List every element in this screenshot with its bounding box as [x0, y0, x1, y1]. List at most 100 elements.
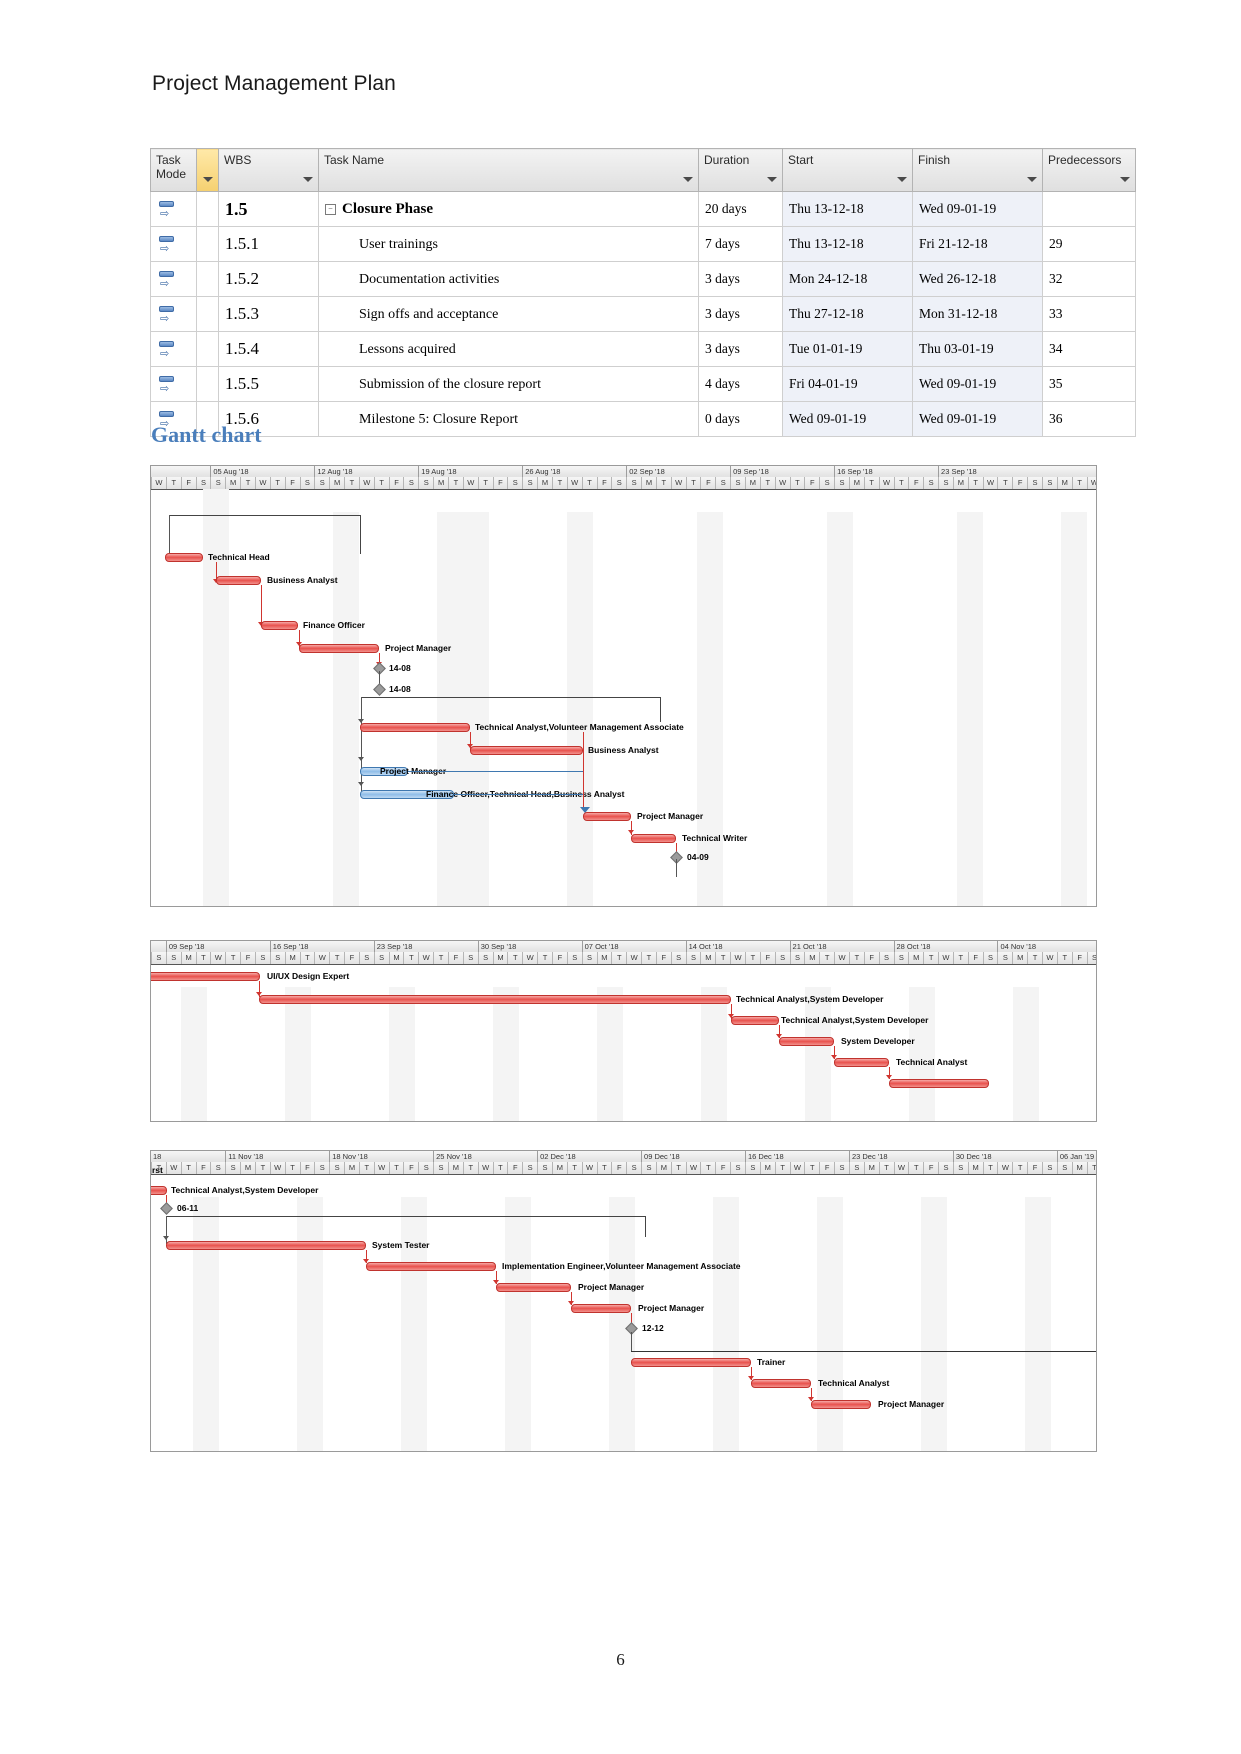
gantt-bar[interactable] — [151, 972, 260, 981]
gantt-bar[interactable] — [731, 1016, 779, 1025]
duration-cell[interactable]: 3 days — [698, 261, 783, 297]
table-row[interactable]: ⇨ 1.5.6 Milestone 5: Closure Report 0 days W… — [150, 401, 1136, 437]
start-cell[interactable]: Mon 24-12-18 — [782, 261, 913, 297]
start-cell[interactable]: Thu 27-12-18 — [782, 296, 913, 332]
task-mode-cell[interactable]: ⇨ — [150, 366, 197, 402]
chevron-down-icon[interactable] — [767, 177, 777, 182]
duration-cell[interactable]: 7 days — [698, 226, 783, 262]
gantt-bar[interactable] — [811, 1400, 871, 1409]
wbs-cell[interactable]: 1.5.3 — [218, 296, 319, 332]
collapse-expander-icon[interactable]: − — [325, 203, 336, 215]
chevron-down-icon[interactable] — [1027, 177, 1037, 182]
gantt-bar[interactable] — [259, 995, 731, 1004]
task-mode-cell[interactable]: ⇨ — [150, 296, 197, 332]
timeline-day: T — [1012, 1162, 1027, 1174]
table-row[interactable]: ⇨ 1.5.1 User trainings 7 days Thu 13-12-18 Fr… — [150, 226, 1136, 262]
gantt-bar[interactable] — [571, 1304, 631, 1313]
predecessors-cell[interactable]: 33 — [1042, 296, 1136, 332]
task-mode-cell[interactable]: ⇨ — [150, 226, 197, 262]
gantt-bar[interactable] — [470, 746, 583, 755]
predecessors-cell[interactable]: 36 — [1042, 401, 1136, 437]
gantt-bar[interactable] — [261, 621, 298, 630]
gantt-bar[interactable] — [631, 1358, 751, 1367]
task-mode-cell[interactable]: ⇨ — [150, 261, 197, 297]
timeline-day: M — [344, 1162, 359, 1174]
column-header-task-name[interactable]: Task Name — [318, 148, 699, 192]
start-cell[interactable]: Thu 13-12-18 — [782, 226, 913, 262]
duration-cell[interactable]: 20 days — [698, 191, 783, 227]
gantt-bar[interactable] — [165, 553, 203, 562]
milestone-marker[interactable] — [160, 1202, 173, 1215]
timeline-day: T — [284, 1162, 300, 1174]
finish-value: Fri 21-12-18 — [919, 236, 988, 251]
gantt-bar[interactable] — [366, 1262, 496, 1271]
gantt-bar[interactable] — [216, 576, 261, 585]
start-cell[interactable]: Wed 09-01-19 — [782, 401, 913, 437]
timeline-day: T — [373, 477, 389, 489]
task-name-cell[interactable]: Milestone 5: Closure Report — [318, 401, 699, 437]
task-name-cell[interactable]: Sign offs and acceptance — [318, 296, 699, 332]
gantt-bar[interactable] — [360, 723, 470, 732]
wbs-cell[interactable]: 1.5.1 — [218, 226, 319, 262]
column-header-start[interactable]: Start — [782, 148, 913, 192]
gantt-bar[interactable] — [166, 1241, 366, 1250]
chevron-down-icon[interactable] — [1120, 177, 1130, 182]
table-row[interactable]: ⇨ 1.5 − Closure Phase 20 days Thu 13-12-18 Wed… — [150, 191, 1136, 227]
task-name-cell[interactable]: − Closure Phase — [318, 191, 699, 227]
chevron-down-icon[interactable] — [303, 177, 313, 182]
table-row[interactable]: ⇨ 1.5.2 Documentation activities 3 days Mon … — [150, 261, 1136, 297]
task-mode-filter-button[interactable] — [196, 148, 219, 192]
gantt-bar[interactable] — [751, 1379, 811, 1388]
gantt-bar[interactable] — [834, 1058, 889, 1067]
duration-cell[interactable]: 3 days — [698, 296, 783, 332]
predecessors-cell[interactable]: 32 — [1042, 261, 1136, 297]
column-header-task-mode[interactable]: Task Mode — [150, 148, 197, 192]
start-cell[interactable]: Fri 04-01-19 — [782, 366, 913, 402]
gantt-bar[interactable] — [151, 1186, 167, 1195]
chevron-down-icon[interactable] — [897, 177, 907, 182]
table-row[interactable]: ⇨ 1.5.5 Submission of the closure report 4 … — [150, 366, 1136, 402]
finish-cell[interactable]: Mon 31-12-18 — [912, 296, 1043, 332]
gantt-bar[interactable] — [779, 1037, 834, 1046]
duration-cell[interactable]: 4 days — [698, 366, 783, 402]
predecessors-cell[interactable]: 35 — [1042, 366, 1136, 402]
gantt-bar[interactable] — [583, 812, 631, 821]
task-name-cell[interactable]: Lessons acquired — [318, 331, 699, 367]
predecessors-cell[interactable]: 29 — [1042, 226, 1136, 262]
column-header-predecessors[interactable]: Predecessors — [1042, 148, 1136, 192]
wbs-cell[interactable]: 1.5.2 — [218, 261, 319, 297]
start-cell[interactable]: Thu 13-12-18 — [782, 191, 913, 227]
start-cell[interactable]: Tue 01-01-19 — [782, 331, 913, 367]
table-row[interactable]: ⇨ 1.5.4 Lessons acquired 3 days Tue 01-01-19… — [150, 331, 1136, 367]
predecessors-cell[interactable]: 34 — [1042, 331, 1136, 367]
finish-cell[interactable]: Wed 26-12-18 — [912, 261, 1043, 297]
milestone-marker[interactable] — [373, 683, 386, 696]
duration-cell[interactable]: 3 days — [698, 331, 783, 367]
gantt-bar[interactable] — [496, 1283, 571, 1292]
task-name-cell[interactable]: Submission of the closure report — [318, 366, 699, 402]
finish-cell[interactable]: Fri 21-12-18 — [912, 226, 1043, 262]
wbs-cell[interactable]: 1.5.4 — [218, 331, 319, 367]
chevron-down-icon[interactable] — [683, 177, 693, 182]
timeline-day: T — [908, 1162, 923, 1174]
gantt-bar-label: Technical Writer — [682, 833, 748, 843]
task-name-cell[interactable]: Documentation activities — [318, 261, 699, 297]
finish-cell[interactable]: Wed 09-01-19 — [912, 401, 1043, 437]
table-row[interactable]: ⇨ 1.5.3 Sign offs and acceptance 3 days Thu … — [150, 296, 1136, 332]
gantt-bar[interactable] — [889, 1079, 989, 1088]
predecessors-cell[interactable] — [1042, 191, 1136, 227]
column-header-wbs[interactable]: WBS — [218, 148, 319, 192]
finish-cell[interactable]: Wed 09-01-19 — [912, 366, 1043, 402]
task-mode-cell[interactable]: ⇨ — [150, 191, 197, 227]
finish-cell[interactable]: Wed 09-01-19 — [912, 191, 1043, 227]
column-header-finish[interactable]: Finish — [912, 148, 1043, 192]
task-mode-cell[interactable]: ⇨ — [150, 331, 197, 367]
wbs-cell[interactable]: 1.5.5 — [218, 366, 319, 402]
column-header-duration[interactable]: Duration — [698, 148, 783, 192]
task-name-cell[interactable]: User trainings — [318, 226, 699, 262]
gantt-bar[interactable] — [299, 644, 379, 653]
wbs-cell[interactable]: 1.5 — [218, 191, 319, 227]
gantt-bar[interactable] — [631, 834, 676, 843]
finish-cell[interactable]: Thu 03-01-19 — [912, 331, 1043, 367]
duration-cell[interactable]: 0 days — [698, 401, 783, 437]
